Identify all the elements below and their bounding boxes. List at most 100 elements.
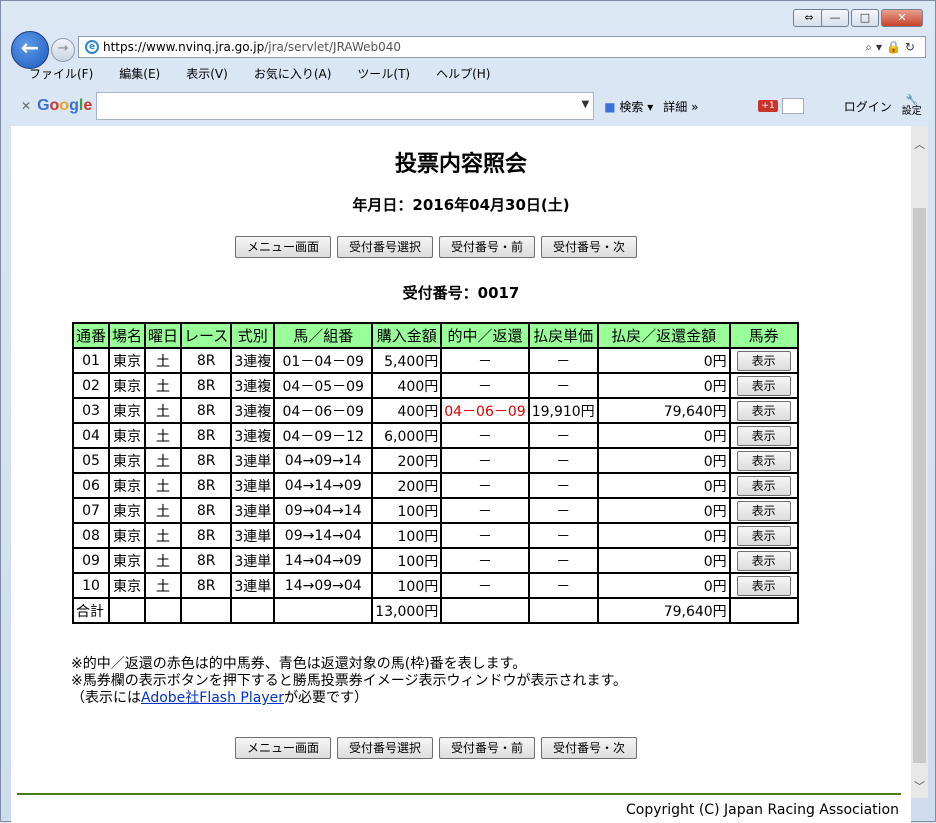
menu-button[interactable]: メニュー画面 [235, 236, 332, 258]
scroll-down-icon[interactable]: ﹀ [911, 778, 928, 796]
menu-edit[interactable]: 編集(E) [119, 63, 160, 85]
show-ticket-button[interactable]: 表示 [736, 550, 791, 571]
ie-logo-icon: e [85, 40, 99, 54]
row-place: 東京 [108, 472, 147, 499]
receipt-prev-button[interactable]: 受付番号・前 [439, 236, 536, 258]
row-amount: 200円 [371, 472, 443, 499]
row-place: 東京 [108, 547, 147, 574]
row-no: 07 [71, 497, 111, 524]
row-type: 3連単 [230, 472, 276, 499]
show-ticket-button[interactable]: 表示 [736, 500, 791, 521]
row-unit: － [527, 572, 599, 599]
gplus-toggle[interactable] [781, 98, 804, 114]
google-search-button[interactable]: ■ 検索 ▾ [604, 98, 653, 115]
row-amount: 6,000円 [371, 422, 443, 449]
note-2: ※馬券欄の表示ボタンを押下すると勝馬投票券イメージ表示ウィンドウが表示されます。 [71, 673, 628, 689]
show-ticket-button[interactable]: 表示 [736, 475, 791, 496]
show-ticket-button[interactable]: 表示 [736, 450, 791, 471]
table-row: 08 東京土 8R 3連単 09→14→04 100円－－ 0円 表示 [71, 522, 799, 549]
menu-help[interactable]: ヘルプ(H) [436, 63, 490, 85]
table-row: 03 東京土 8R 3連複 04－06－09 400円 04－06－09 19,910円 79,… [71, 397, 799, 424]
row-unit: － [527, 447, 599, 474]
row-pay: 0円 [596, 447, 731, 474]
total-label: 合計 [71, 597, 111, 624]
gplus-button[interactable]: +1 [758, 100, 778, 112]
forward-button[interactable]: → [51, 38, 75, 62]
show-ticket-button[interactable]: 表示 [736, 375, 791, 396]
flash-player-link[interactable]: Adobe社Flash Player [141, 690, 284, 706]
row-unit: － [527, 522, 599, 549]
show-ticket-button[interactable]: 表示 [736, 525, 791, 546]
row-amount: 100円 [371, 572, 443, 599]
total-row: 合計 13,000円 79,640円 [71, 597, 799, 624]
row-hit: － [440, 522, 530, 549]
maximize-button[interactable]: □ [851, 9, 879, 27]
dropdown-arrow-icon[interactable]: ▼ [582, 99, 590, 110]
browser-window: ⇔ — □ ✕ ← → e https://www.nvinq.jra.go.jp… [0, 0, 936, 823]
toolbar-close-icon[interactable]: ✕ [21, 99, 31, 113]
row-combo: 09→14→04 [273, 522, 374, 549]
note-3-pre: （表示には [71, 690, 141, 706]
url-path: /jra/servlet/JRAWeb040 [264, 40, 402, 54]
row-race: 8R [180, 497, 233, 524]
login-button[interactable]: ログイン [844, 98, 892, 115]
scroll-up-icon[interactable]: ︿ [911, 136, 928, 154]
row-type: 3連単 [230, 572, 276, 599]
row-amount: 400円 [371, 397, 443, 424]
row-no: 02 [71, 372, 111, 399]
col-amount: 購入金額 [371, 322, 443, 349]
show-ticket-button[interactable]: 表示 [736, 575, 791, 596]
row-place: 東京 [108, 522, 147, 549]
row-combo: 14→09→04 [273, 572, 374, 599]
receipt-select-button[interactable]: 受付番号選択 [337, 236, 434, 258]
receipt-next-button[interactable]: 受付番号・次 [541, 236, 638, 258]
scroll-thumb[interactable] [913, 208, 926, 763]
row-day: 土 [144, 497, 183, 524]
total-amount: 13,000円 [371, 597, 443, 624]
row-place: 東京 [108, 372, 147, 399]
col-type: 式別 [230, 322, 276, 349]
table-row: 04 東京土 8R 3連複 04－09－12 6,000円－－ 0円 表示 [71, 422, 799, 449]
detail-button[interactable]: 詳細 » [663, 98, 698, 115]
row-pay: 0円 [596, 472, 731, 499]
google-search-input[interactable]: ▼ [96, 92, 595, 120]
menu-favorites[interactable]: お気に入り(A) [254, 63, 332, 85]
row-combo: 04→14→09 [273, 472, 374, 499]
row-no: 01 [71, 347, 111, 374]
notes: ※的中／返還の赤色は的中馬券、青色は返還対象の馬(枠)番を表します。 ※馬券欄の… [71, 656, 627, 707]
row-type: 3連複 [230, 372, 276, 399]
note-1: ※的中／返還の赤色は的中馬券、青色は返還対象の馬(枠)番を表します。 [71, 656, 527, 672]
show-ticket-button[interactable]: 表示 [736, 425, 791, 446]
menu-file[interactable]: ファイル(F) [29, 63, 93, 85]
receipt-prev-button-bottom[interactable]: 受付番号・前 [439, 737, 536, 759]
menu-button-bottom[interactable]: メニュー画面 [235, 737, 332, 759]
row-combo: 09→04→14 [273, 497, 374, 524]
row-unit: － [527, 472, 599, 499]
minimize-button[interactable]: — [821, 9, 849, 27]
row-race: 8R [180, 472, 233, 499]
row-no: 09 [71, 547, 111, 574]
address-bar[interactable]: e https://www.nvinq.jra.go.jp/jra/servlet… [78, 36, 926, 58]
settings-button[interactable]: 🔧 設定 [902, 95, 922, 117]
menu-tools[interactable]: ツール(T) [357, 63, 410, 85]
row-place: 東京 [108, 572, 147, 599]
bottom-button-row: メニュー画面 受付番号選択 受付番号・前 受付番号・次 [235, 737, 638, 759]
bet-table: 通番 場名 曜日 レース 式別 馬／組番 購入金額 的中／返還 払戻単価 払戻／… [71, 322, 799, 624]
row-type: 3連単 [230, 522, 276, 549]
receipt-next-button-bottom[interactable]: 受付番号・次 [541, 737, 638, 759]
row-pay: 0円 [596, 497, 731, 524]
address-tools-icons[interactable]: ⌕▾🔒↻ [865, 37, 919, 57]
url-host: https://www.nvinq.jra.go.jp [103, 40, 265, 54]
show-ticket-button[interactable]: 表示 [736, 400, 791, 421]
row-hit: － [440, 447, 530, 474]
row-type: 3連単 [230, 497, 276, 524]
col-ticket: 馬券 [728, 322, 799, 349]
menu-view[interactable]: 表示(V) [186, 63, 228, 85]
vertical-scrollbar[interactable]: ︿ ﹀ [911, 126, 928, 798]
row-type: 3連複 [230, 397, 276, 424]
row-hit: 04－06－09 [440, 397, 530, 424]
close-button[interactable]: ✕ [881, 9, 923, 27]
col-unit: 払戻単価 [527, 322, 599, 349]
receipt-select-button-bottom[interactable]: 受付番号選択 [337, 737, 434, 759]
show-ticket-button[interactable]: 表示 [736, 350, 791, 371]
